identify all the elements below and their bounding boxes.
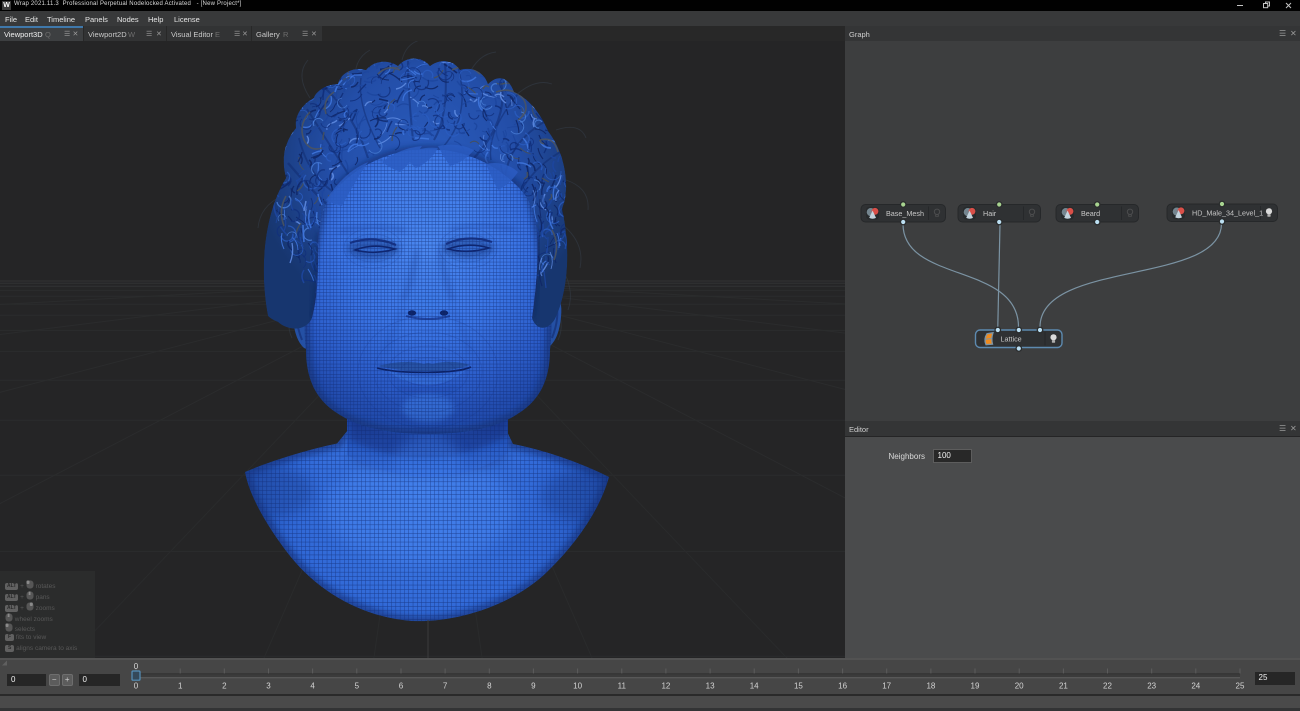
svg-text:21: 21 — [1059, 682, 1068, 691]
svg-text:18: 18 — [926, 682, 935, 691]
svg-text:17: 17 — [882, 682, 891, 691]
svg-text:Base_Mesh: Base_Mesh — [886, 209, 924, 218]
svg-text:Beard: Beard — [1081, 209, 1100, 218]
svg-text:3: 3 — [266, 682, 271, 691]
svg-text:6: 6 — [399, 682, 404, 691]
svg-text:16: 16 — [838, 682, 847, 691]
svg-text:24: 24 — [1191, 682, 1200, 691]
svg-text:14: 14 — [750, 682, 759, 691]
svg-text:0: 0 — [134, 682, 139, 691]
svg-text:12: 12 — [661, 682, 670, 691]
svg-text:5: 5 — [355, 682, 360, 691]
svg-text:13: 13 — [706, 682, 715, 691]
svg-text:11: 11 — [618, 682, 627, 691]
svg-text:10: 10 — [573, 682, 582, 691]
svg-text:19: 19 — [971, 682, 980, 691]
svg-text:Hair: Hair — [983, 209, 997, 218]
svg-text:9: 9 — [531, 682, 536, 691]
svg-text:15: 15 — [794, 682, 803, 691]
svg-text:22: 22 — [1103, 682, 1112, 691]
svg-text:7: 7 — [443, 682, 448, 691]
svg-text:1: 1 — [178, 682, 183, 691]
svg-text:0: 0 — [134, 662, 139, 671]
svg-text:4: 4 — [310, 682, 315, 691]
svg-text:HD_Male_34_Level_1: HD_Male_34_Level_1 — [1192, 209, 1263, 218]
svg-text:2: 2 — [222, 682, 227, 691]
svg-text:25: 25 — [1236, 682, 1245, 691]
svg-text:23: 23 — [1147, 682, 1156, 691]
svg-text:8: 8 — [487, 682, 492, 691]
svg-text:Lattice: Lattice — [1001, 335, 1022, 344]
svg-text:20: 20 — [1015, 682, 1024, 691]
